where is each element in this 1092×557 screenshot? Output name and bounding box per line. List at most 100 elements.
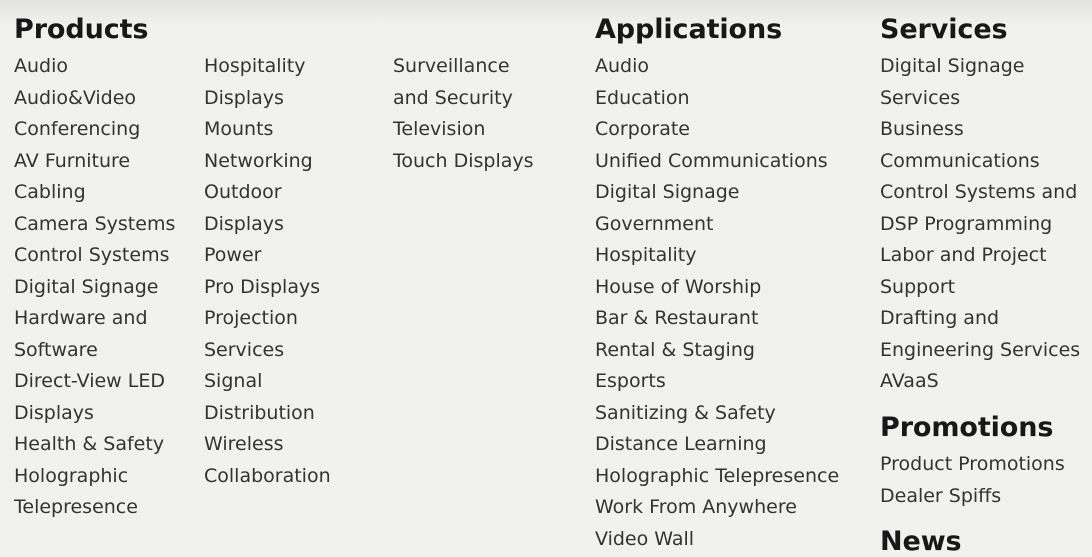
list-item: Projection Services	[204, 303, 393, 366]
products-subcolumns: Audio Audio&Video Conferencing AV Furnit…	[14, 51, 585, 524]
menu-link[interactable]: Control Systems and DSP Programming	[880, 177, 1092, 240]
menu-link[interactable]: Control Systems	[14, 240, 189, 272]
list-item: Unified Communications	[595, 146, 870, 178]
list-item: Television	[393, 114, 573, 146]
list-item: Power	[204, 240, 393, 272]
list-item: Hardware and Software	[14, 303, 204, 366]
menu-link[interactable]: Dealer Spiffs	[880, 481, 1092, 513]
menu-link[interactable]: Audio	[595, 51, 870, 83]
products-column-2: Hospitality Displays Mounts Networking O…	[204, 51, 393, 492]
menu-link[interactable]: Video Wall	[595, 524, 870, 556]
group-heading-promotions: Promotions	[880, 411, 1054, 443]
menu-link[interactable]: Surveillance and Security	[393, 51, 543, 114]
menu-link[interactable]: Bar & Restaurant	[595, 303, 870, 335]
group-heading-services: Services	[880, 14, 1008, 45]
menu-link[interactable]: Mounts	[204, 114, 324, 146]
menu-link[interactable]: Direct-View LED Displays	[14, 366, 189, 429]
menu-link[interactable]: Networking	[204, 146, 324, 178]
list-item: Cabling	[14, 177, 204, 209]
menu-link[interactable]: Television	[393, 114, 543, 146]
list-item: Audio	[595, 51, 870, 83]
menu-link[interactable]: Government	[595, 209, 870, 241]
mega-menu-columns: Products Audio Audio&Video Conferencing …	[0, 0, 1092, 557]
list-item: Signal Distribution	[204, 366, 393, 429]
menu-link[interactable]: Unified Communications	[595, 146, 870, 178]
menu-link[interactable]: Work From Anywhere	[595, 492, 870, 524]
menu-link[interactable]: Power	[204, 240, 324, 272]
list-item: Camera Systems	[14, 209, 204, 241]
menu-link[interactable]: Product Promotions	[880, 449, 1092, 481]
menu-link[interactable]: AV Furniture	[14, 146, 189, 178]
menu-link[interactable]: Sanitizing & Safety	[595, 398, 870, 430]
menu-link[interactable]: Education	[595, 83, 870, 115]
menu-link[interactable]: Signal Distribution	[204, 366, 324, 429]
menu-link[interactable]: Holographic Telepresence	[14, 461, 189, 524]
menu-link[interactable]: Corporate	[595, 114, 870, 146]
list-item: Touch Displays	[393, 146, 573, 178]
list-item: Digital Signage	[14, 272, 204, 304]
menu-link[interactable]: Audio	[14, 51, 189, 83]
mega-menu-panel: Products Audio Audio&Video Conferencing …	[0, 0, 1092, 557]
list-item: Wireless Collaboration	[204, 429, 393, 492]
menu-group-products: Products Audio Audio&Video Conferencing …	[0, 14, 585, 524]
menu-group-applications: Applications Audio Education Corporate U…	[585, 14, 870, 555]
menu-link[interactable]: Hospitality Displays	[204, 51, 324, 114]
list-item: House of Worship	[595, 272, 870, 304]
menu-link[interactable]: Distance Learning	[595, 429, 870, 461]
menu-link[interactable]: Outdoor Displays	[204, 177, 324, 240]
list-item: Distance Learning	[595, 429, 870, 461]
menu-link[interactable]: Holographic Telepresence	[595, 461, 870, 493]
list-item: Health & Safety	[14, 429, 204, 461]
menu-link[interactable]: Projection Services	[204, 303, 324, 366]
menu-link[interactable]: Hardware and Software	[14, 303, 189, 366]
link-list: Digital Signage Services Business Commun…	[880, 51, 1092, 398]
list-item: Video Wall	[595, 524, 870, 556]
menu-link[interactable]: AVaaS	[880, 366, 1092, 398]
list-item: Dealer Spiffs	[880, 481, 1092, 513]
list-item: Audio	[14, 51, 204, 83]
menu-link[interactable]: House of Worship	[595, 272, 870, 304]
menu-link[interactable]: Touch Displays	[393, 146, 543, 178]
menu-link[interactable]: Wireless Collaboration	[204, 429, 331, 492]
group-heading-applications: Applications	[595, 14, 783, 45]
list-item: Audio&Video Conferencing	[14, 83, 204, 146]
list-item: Holographic Telepresence	[14, 461, 204, 524]
list-item: Product Promotions	[880, 449, 1092, 481]
menu-link[interactable]: Pro Displays	[204, 272, 324, 304]
menu-link[interactable]: Digital Signage	[595, 177, 870, 209]
menu-link[interactable]: Digital Signage	[14, 272, 189, 304]
products-column-3: Surveillance and Security Television Tou…	[393, 51, 573, 177]
menu-link[interactable]: Rental & Staging	[595, 335, 870, 367]
menu-link[interactable]: Drafting and Engineering Services	[880, 303, 1092, 366]
menu-link[interactable]: Esports	[595, 366, 870, 398]
list-item: Esports	[595, 366, 870, 398]
list-item: Rental & Staging	[595, 335, 870, 367]
products-column-1: Audio Audio&Video Conferencing AV Furnit…	[14, 51, 204, 524]
link-list: Hospitality Displays Mounts Networking O…	[204, 51, 393, 492]
menu-link[interactable]: Health & Safety	[14, 429, 189, 461]
list-item: Corporate	[595, 114, 870, 146]
list-item: Labor and Project Support	[880, 240, 1092, 303]
list-item: Holographic Telepresence	[595, 461, 870, 493]
list-item: Control Systems and DSP Programming	[880, 177, 1092, 240]
list-item: Mounts	[204, 114, 393, 146]
menu-link[interactable]: Labor and Project Support	[880, 240, 1092, 303]
menu-group-services: Services Digital Signage Services Busine…	[870, 14, 1092, 557]
link-list: Audio Education Corporate Unified Commun…	[595, 51, 870, 555]
menu-link[interactable]: Camera Systems	[14, 209, 189, 241]
list-item: Hospitality	[595, 240, 870, 272]
menu-link[interactable]: Audio&Video Conferencing	[14, 83, 189, 146]
list-item: Business Communications	[880, 114, 1092, 177]
list-item: Work From Anywhere	[595, 492, 870, 524]
menu-link[interactable]: Hospitality	[595, 240, 870, 272]
list-item: Networking	[204, 146, 393, 178]
list-item: AVaaS	[880, 366, 1092, 398]
list-item: Outdoor Displays	[204, 177, 393, 240]
menu-link[interactable]: Business Communications	[880, 114, 1092, 177]
menu-link[interactable]: Cabling	[14, 177, 189, 209]
list-item: Sanitizing & Safety	[595, 398, 870, 430]
list-item: Education	[595, 83, 870, 115]
list-item: Digital Signage Services	[880, 51, 1092, 114]
list-item: Direct-View LED Displays	[14, 366, 204, 429]
menu-link[interactable]: Digital Signage Services	[880, 51, 1092, 114]
